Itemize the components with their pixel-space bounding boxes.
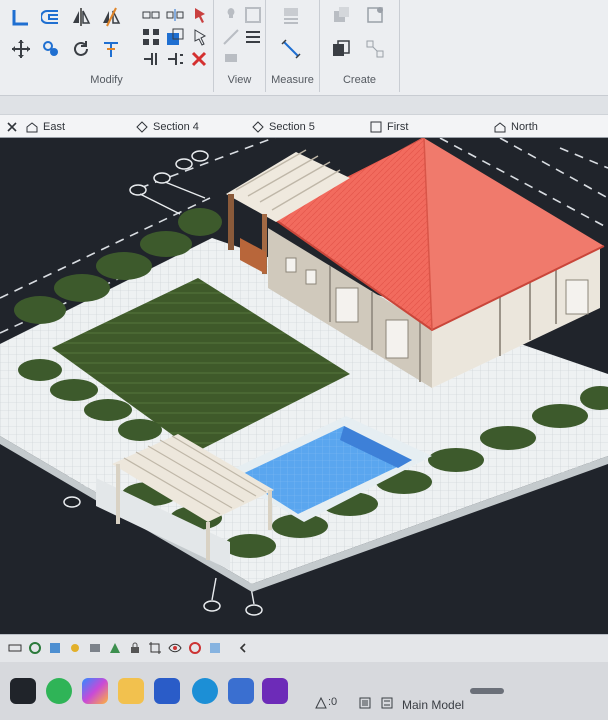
mirror-axis-icon[interactable] bbox=[70, 6, 92, 28]
view-tab-bar: East Section 4 Section 5 First North bbox=[0, 114, 608, 138]
paint-icon[interactable] bbox=[220, 48, 242, 70]
split-element-icon[interactable] bbox=[140, 4, 162, 26]
measure-panel: Measure bbox=[266, 0, 320, 92]
tab-east[interactable]: East bbox=[26, 117, 65, 137]
scale-indicator-icon[interactable] bbox=[314, 696, 328, 710]
crop-view-icon[interactable] bbox=[148, 641, 162, 655]
copy-icon[interactable] bbox=[40, 38, 62, 60]
array-icon[interactable] bbox=[140, 26, 162, 48]
close-icon bbox=[7, 122, 17, 132]
trim-extend-icon[interactable] bbox=[100, 38, 122, 60]
taskbar: :0 Main Model bbox=[0, 662, 608, 720]
3d-view-canvas[interactable] bbox=[0, 138, 608, 634]
tab-label: First bbox=[387, 121, 409, 133]
create-similar-icon[interactable] bbox=[364, 38, 386, 60]
delete-icon[interactable] bbox=[188, 48, 210, 70]
tab-label: Section 5 bbox=[269, 121, 315, 133]
hide-isolate-icon[interactable] bbox=[168, 641, 182, 655]
house-icon bbox=[494, 122, 506, 133]
reveal-hidden-icon[interactable] bbox=[188, 641, 202, 655]
tab-first[interactable]: First bbox=[370, 117, 408, 137]
copilot-icon[interactable] bbox=[82, 678, 108, 704]
tab-section-5[interactable]: Section 5 bbox=[252, 117, 315, 137]
create-panel: Create bbox=[320, 0, 400, 92]
panel-title-create: Create bbox=[342, 74, 377, 86]
measure-between-icon[interactable] bbox=[280, 4, 302, 26]
visual-style-icon[interactable] bbox=[48, 641, 62, 655]
tab-label: Section 4 bbox=[153, 121, 199, 133]
sun-path-icon[interactable] bbox=[68, 641, 82, 655]
store-icon[interactable] bbox=[154, 678, 180, 704]
render-icon[interactable] bbox=[108, 641, 122, 655]
hide-in-view-icon[interactable] bbox=[220, 4, 242, 26]
file-explorer-icon[interactable] bbox=[118, 678, 144, 704]
split-gap-icon[interactable] bbox=[164, 4, 186, 26]
temporary-properties-icon[interactable] bbox=[208, 641, 222, 655]
tab-label: North bbox=[511, 121, 538, 133]
section-icon bbox=[136, 121, 148, 133]
rotate-icon[interactable] bbox=[70, 38, 92, 60]
section-icon bbox=[252, 121, 264, 133]
worksets-icon[interactable] bbox=[358, 696, 372, 710]
panel-title-view: View bbox=[227, 74, 252, 86]
line-style-icon[interactable] bbox=[242, 26, 264, 48]
tab-label: East bbox=[43, 121, 66, 133]
house-icon bbox=[26, 122, 38, 133]
pin-icon[interactable] bbox=[188, 4, 210, 26]
view-panel: View bbox=[214, 0, 266, 92]
scale-icon[interactable] bbox=[164, 26, 186, 48]
lock-view-icon[interactable] bbox=[128, 641, 142, 655]
close-tab-button[interactable] bbox=[6, 117, 18, 137]
move-icon[interactable] bbox=[10, 38, 32, 60]
ribbon: Modify View Measure Create bbox=[0, 0, 608, 96]
shadows-icon[interactable] bbox=[88, 641, 102, 655]
detail-level-icon[interactable] bbox=[28, 641, 42, 655]
trim-multiple-icon[interactable] bbox=[140, 48, 162, 70]
settings-app-icon[interactable] bbox=[228, 678, 254, 704]
collapse-bar-icon[interactable] bbox=[236, 641, 250, 655]
scale-readout: :0 bbox=[328, 696, 338, 708]
create-group-icon[interactable] bbox=[330, 38, 352, 60]
whatsapp-icon[interactable] bbox=[46, 678, 72, 704]
create-parts-icon[interactable] bbox=[364, 4, 386, 26]
model-render bbox=[0, 138, 608, 616]
edge-icon[interactable] bbox=[192, 678, 218, 704]
autodesk-app-icon[interactable] bbox=[262, 678, 288, 704]
view-control-bar bbox=[0, 634, 608, 662]
tab-section-4[interactable]: Section 4 bbox=[136, 117, 199, 137]
trim-single-icon[interactable] bbox=[164, 48, 186, 70]
mirror-draw-icon[interactable] bbox=[100, 6, 122, 28]
create-assembly-icon[interactable] bbox=[330, 4, 352, 26]
override-graphics-icon[interactable] bbox=[242, 4, 264, 26]
design-options-icon[interactable] bbox=[380, 696, 394, 710]
align-icon[interactable] bbox=[10, 6, 32, 28]
status-progress-bar bbox=[470, 688, 504, 694]
plan-icon bbox=[370, 121, 382, 133]
panel-title-measure: Measure bbox=[271, 74, 314, 86]
scale-icon[interactable] bbox=[8, 641, 22, 655]
linework-icon[interactable] bbox=[220, 26, 242, 48]
tab-north[interactable]: North bbox=[494, 117, 538, 137]
panel-title-modify: Modify bbox=[90, 74, 123, 86]
modify-panel: Modify bbox=[0, 0, 214, 92]
aligned-dimension-icon[interactable] bbox=[280, 38, 302, 60]
revit-app-icon[interactable] bbox=[10, 678, 36, 704]
offset-icon[interactable] bbox=[40, 6, 62, 28]
revit-window: Modify View Measure Create East Section … bbox=[0, 0, 608, 720]
unpin-icon[interactable] bbox=[188, 26, 210, 48]
active-model-label[interactable]: Main Model bbox=[402, 698, 464, 712]
ribbon-options-strip bbox=[0, 96, 608, 114]
